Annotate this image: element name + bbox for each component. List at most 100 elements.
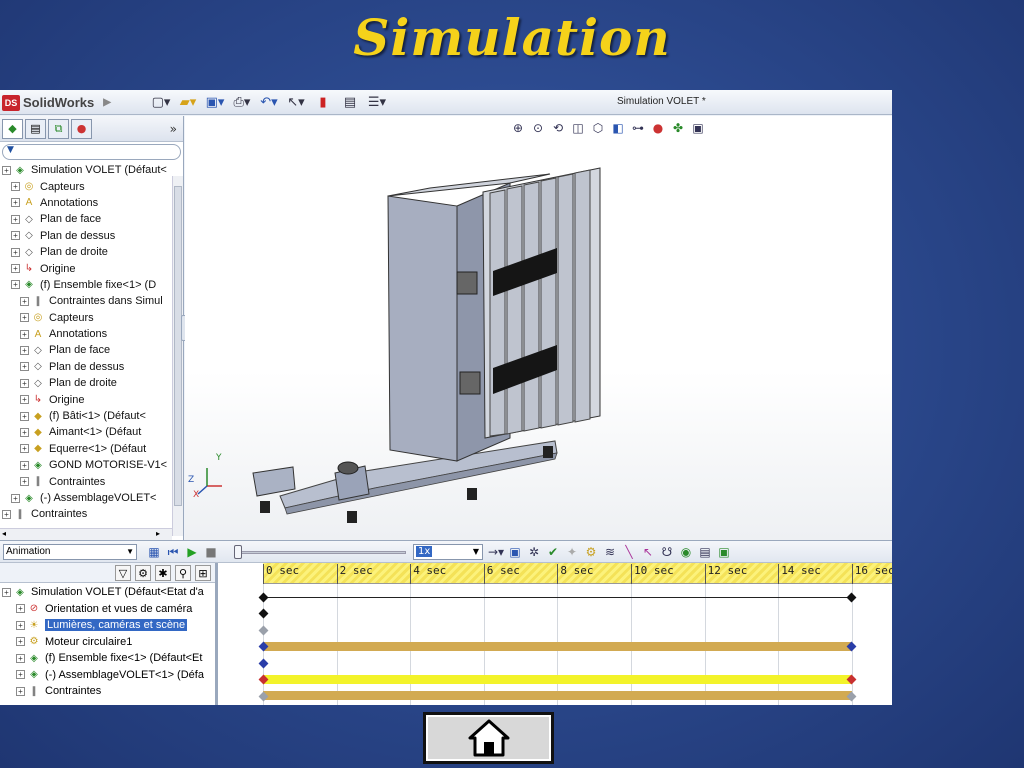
tree-vertical-scrollbar[interactable] [172, 176, 183, 536]
animation-wizard-icon[interactable]: ✲ [526, 544, 542, 560]
gravity-icon[interactable]: ◉ [678, 544, 694, 560]
filter-driving-icon[interactable]: ⚙ [135, 565, 151, 581]
property-manager-tab[interactable]: ▤ [25, 118, 46, 139]
expand-toggle-icon[interactable]: + [20, 362, 29, 372]
filter-results-icon[interactable]: ⚲ [175, 565, 191, 581]
results-plots-icon[interactable]: ▤ [697, 544, 713, 560]
motor-tool-icon[interactable]: ⚙ [583, 544, 599, 560]
timeline-header[interactable]: 0 sec 2 sec 4 sec 6 sec 8 sec 10 sec 12 sec 14 … [263, 563, 892, 584]
playback-mode-icon[interactable]: →▾ [488, 544, 504, 560]
spring-icon[interactable]: ≋ [602, 544, 618, 560]
undo-icon[interactable]: ↶▾ [258, 93, 280, 111]
playback-slider-track[interactable] [236, 551, 406, 554]
tree-item[interactable]: + A Annotations [0, 326, 183, 342]
force-icon[interactable]: ↖ [640, 544, 656, 560]
expand-toggle-icon[interactable]: + [11, 231, 20, 241]
tree-item[interactable]: + ◇ Plan de droite [0, 375, 183, 391]
tree-item[interactable]: + ◈ Simulation VOLET (Défaut<Etat d'a [0, 584, 215, 601]
expand-toggle-icon[interactable]: + [20, 460, 29, 470]
expand-toggle-icon[interactable]: + [16, 670, 25, 680]
study-type-select[interactable]: Animation [3, 544, 137, 560]
timeline-keypoint[interactable] [258, 625, 268, 636]
expand-toggle-icon[interactable]: + [20, 296, 29, 306]
expand-toggle-icon[interactable]: + [11, 214, 20, 224]
tree-item[interactable]: + ◆ Aimant<1> (Défaut [0, 424, 183, 440]
tree-item[interactable]: + ↳ Origine [0, 391, 183, 407]
tree-item[interactable]: + ∥ Contraintes dans Simul [0, 293, 183, 309]
scroll-left-icon[interactable]: ◂ [2, 529, 6, 538]
timeline-keypoint[interactable] [258, 592, 268, 603]
expand-toggle-icon[interactable]: + [20, 427, 29, 437]
configuration-manager-tab[interactable]: ⧉ [48, 118, 69, 139]
open-folder-icon[interactable]: ▰▾ [177, 93, 199, 111]
new-document-icon[interactable]: ▢▾ [150, 93, 172, 111]
timeline[interactable]: 0 sec 2 sec 4 sec 6 sec 8 sec 10 sec 12 sec 14 … [218, 563, 892, 705]
tree-item[interactable]: + ☀ Lumières, caméras et scène [0, 617, 215, 634]
filter-animated-icon[interactable]: ▽ [115, 565, 131, 581]
timeline-bar[interactable] [263, 674, 852, 684]
timeline-keypoint[interactable] [258, 608, 268, 619]
tree-item[interactable]: + ⚙ Moteur circulaire1 [0, 634, 215, 651]
tree-item[interactable]: + ◈ (f) Ensemble fixe<1> (Défaut<Et [0, 650, 215, 667]
expand-toggle-icon[interactable]: + [11, 264, 20, 274]
tree-filter[interactable]: ▼ [2, 144, 181, 160]
home-button[interactable] [423, 712, 554, 764]
timeline-keypoint[interactable] [846, 592, 857, 603]
tree-item[interactable]: + ◆ (f) Bâti<1> (Défaut< [0, 408, 183, 424]
tree-item[interactable]: + ∥ Contraintes [0, 506, 183, 522]
expand-toggle-icon[interactable]: + [20, 329, 29, 339]
expand-toggle-icon[interactable]: + [20, 444, 29, 454]
timeline-keypoint[interactable] [258, 658, 268, 669]
expand-toggle-icon[interactable]: + [16, 620, 25, 630]
timeline-bar[interactable] [263, 641, 852, 651]
timeline-bar[interactable] [263, 691, 852, 701]
filter-selected-icon[interactable]: ✱ [155, 565, 171, 581]
tree-item[interactable]: + ◇ Plan de dessus [0, 359, 183, 375]
tree-horizontal-scrollbar[interactable]: ◂ ▸ [0, 528, 172, 540]
expand-toggle-icon[interactable]: + [20, 395, 29, 405]
expand-toggle-icon[interactable]: + [11, 182, 20, 192]
autokey-icon[interactable]: ✔ [545, 544, 561, 560]
tree-item[interactable]: + ◇ Plan de face [0, 211, 183, 227]
expand-toggle-icon[interactable]: + [16, 653, 25, 663]
expand-toggle-icon[interactable]: + [2, 587, 11, 597]
expand-toggle-icon[interactable]: + [20, 411, 29, 421]
save-icon[interactable]: ▣▾ [204, 93, 226, 111]
feature-manager-tab[interactable]: ◆ [2, 118, 23, 139]
solidworks-logo[interactable]: DS SolidWorks ▶ [2, 93, 122, 112]
expand-toggle-icon[interactable]: + [16, 604, 25, 614]
options-icon[interactable]: ▤ [339, 93, 361, 111]
expand-toggle-icon[interactable]: + [16, 637, 25, 647]
expand-toggle-icon[interactable]: + [11, 280, 20, 290]
tree-item[interactable]: + ◎ Capteurs [0, 310, 183, 326]
scrollbar-thumb[interactable] [174, 186, 182, 506]
expand-toggle-icon[interactable]: + [20, 345, 29, 355]
expand-toggle-icon[interactable]: + [11, 493, 20, 503]
playback-speed-select[interactable]: 1x [413, 544, 483, 560]
tree-item[interactable]: + ◈ GOND MOTORISE-V1< [0, 457, 183, 473]
tree-item[interactable]: + ◇ Plan de droite [0, 244, 183, 260]
expand-toggle-icon[interactable]: + [20, 313, 29, 323]
damper-icon[interactable]: ╲ [621, 544, 637, 560]
tree-item[interactable]: + ◈ (f) Ensemble fixe<1> (D [0, 277, 183, 293]
motion-study-properties-icon[interactable]: ▣ [716, 544, 732, 560]
tree-item[interactable]: + ◈ Simulation VOLET (Défaut< [0, 162, 183, 178]
tree-item[interactable]: + ◆ Equerre<1> (Défaut [0, 441, 183, 457]
expand-toggle-icon[interactable]: + [11, 247, 20, 257]
save-animation-icon[interactable]: ▣ [507, 544, 523, 560]
stop-icon[interactable]: ■ [203, 544, 219, 560]
zoom-timeline-icon[interactable]: ⊞ [195, 565, 211, 581]
display-manager-tab[interactable]: ● [71, 118, 92, 139]
print-icon[interactable]: ⎙▾ [231, 93, 253, 111]
tree-item[interactable]: + A Annotations [0, 195, 183, 211]
expand-toggle-icon[interactable]: + [20, 477, 29, 487]
calculate-icon[interactable]: ▦ [146, 544, 162, 560]
tree-item[interactable]: + ∥ Contraintes [0, 473, 183, 489]
contact-icon[interactable]: ☋ [659, 544, 675, 560]
expand-toggle-icon[interactable]: + [20, 378, 29, 388]
file-properties-icon[interactable]: ☰▾ [366, 93, 388, 111]
tree-item[interactable]: + ◈ (-) AssemblageVOLET< [0, 490, 183, 506]
expand-toggle-icon[interactable]: + [2, 165, 11, 175]
tree-item[interactable]: + ∥ Contraintes [0, 683, 215, 700]
add-key-icon[interactable]: ✦ [564, 544, 580, 560]
